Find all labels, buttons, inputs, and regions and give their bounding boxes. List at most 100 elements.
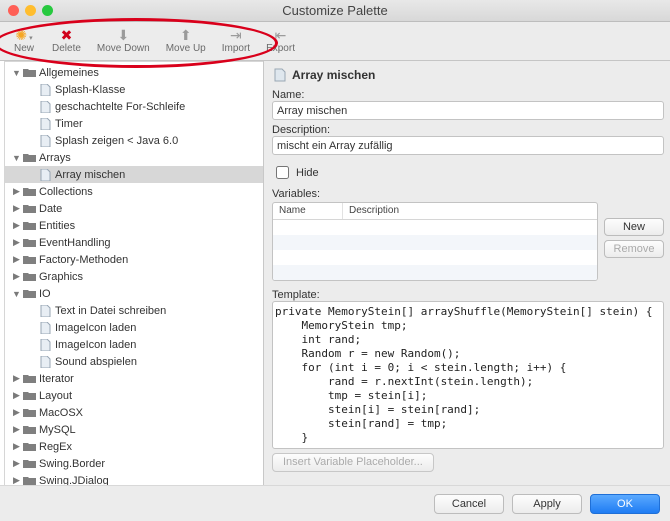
variables-label: Variables: (272, 188, 664, 200)
folder-icon (22, 457, 37, 470)
var-col-name: Name (273, 203, 343, 219)
move-up-button[interactable]: ⬆ Move Up (158, 25, 214, 56)
disclosure-triangle-icon[interactable]: ▶ (11, 390, 22, 401)
disclosure-triangle-icon[interactable]: ▶ (11, 373, 22, 384)
disclosure-triangle-icon[interactable]: ▶ (11, 424, 22, 435)
tree-folder[interactable]: ▶ Layout (5, 387, 263, 404)
close-window-icon[interactable] (8, 5, 19, 16)
disclosure-triangle-icon[interactable]: ▶ (11, 220, 22, 231)
tree-folder[interactable]: ▶ EventHandling (5, 234, 263, 251)
move-down-icon: ⬇ (117, 27, 129, 43)
variable-remove-button: Remove (604, 240, 664, 258)
template-textarea[interactable]: private MemoryStein[] arrayShuffle(Memor… (272, 301, 664, 449)
detail-panel: Array mischen Name: Description: Hide Va… (264, 61, 670, 499)
tree-item[interactable]: Splash zeigen < Java 6.0 (5, 132, 263, 149)
import-icon: ⇥ (230, 27, 242, 43)
description-input[interactable] (272, 136, 664, 155)
zoom-window-icon[interactable] (42, 5, 53, 16)
file-icon (38, 134, 53, 147)
disclosure-triangle-icon[interactable]: ▶ (11, 407, 22, 418)
tree-item-label: ImageIcon laden (53, 322, 136, 334)
tree-folder[interactable]: ▶Entities (5, 217, 263, 234)
tree-item-label: Sound abspielen (53, 356, 137, 368)
name-label: Name: (272, 89, 664, 101)
disclosure-triangle-icon[interactable]: ▶ (11, 254, 22, 265)
tree-item[interactable]: geschachtelte For-Schleife (5, 98, 263, 115)
tree-item-label: IO (37, 288, 51, 300)
folder-icon (22, 219, 37, 232)
export-button[interactable]: ⇤ Export (258, 25, 303, 56)
disclosure-triangle-icon[interactable]: ▶ (11, 271, 22, 282)
disclosure-triangle-icon[interactable]: ▶ (11, 458, 22, 469)
tree-item-label: Arrays (37, 152, 71, 164)
disclosure-triangle-icon[interactable]: ▶ (11, 203, 22, 214)
var-col-description: Description (343, 203, 405, 219)
disclosure-triangle-icon[interactable]: ▶ (11, 186, 22, 197)
variables-table[interactable]: Name Description (272, 202, 598, 281)
tree-item[interactable]: ImageIcon laden (5, 336, 263, 353)
folder-icon (22, 440, 37, 453)
tree-folder[interactable]: ▼ Arrays (5, 149, 263, 166)
dialog-footer: Cancel Apply OK (0, 485, 670, 521)
variable-new-button[interactable]: New (604, 218, 664, 236)
tree-item-label: Collections (37, 186, 93, 198)
insert-placeholder-button: Insert Variable Placeholder... (272, 453, 434, 472)
disclosure-triangle-icon[interactable]: ▶ (11, 237, 22, 248)
tree-folder[interactable]: ▶Swing.Border (5, 455, 263, 472)
file-icon (38, 338, 53, 351)
disclosure-triangle-icon[interactable]: ▼ (11, 289, 22, 299)
tree-item[interactable]: Sound abspielen (5, 353, 263, 370)
import-button[interactable]: ⇥ Import (214, 25, 258, 56)
hide-checkbox[interactable] (276, 166, 289, 179)
cancel-button[interactable]: Cancel (434, 494, 504, 514)
move-down-button[interactable]: ⬇ Move Down (89, 25, 158, 56)
tree-item-label: EventHandling (37, 237, 111, 249)
folder-icon (22, 66, 37, 79)
delete-icon: ✖ (61, 27, 73, 43)
tree-item-label: geschachtelte For-Schleife (53, 101, 185, 113)
new-button[interactable]: ✺▾ New (4, 25, 44, 56)
tree-item-label: Array mischen (53, 169, 125, 181)
tree-item-label: Splash-Klasse (53, 84, 125, 96)
tree-item[interactable]: Text in Datei schreiben (5, 302, 263, 319)
delete-button[interactable]: ✖ Delete (44, 25, 89, 56)
tree-folder[interactable]: ▶ MySQL (5, 421, 263, 438)
apply-button[interactable]: Apply (512, 494, 582, 514)
tree-folder[interactable]: ▶ Collections (5, 183, 263, 200)
tree-folder[interactable]: ▼ IO (5, 285, 263, 302)
tree-folder[interactable]: ▶Graphics (5, 268, 263, 285)
toolbar: ✺▾ New ✖ Delete ⬇ Move Down ⬆ Move Up ⇥ … (0, 22, 670, 61)
tree-folder[interactable]: ▶Date (5, 200, 263, 217)
tree-folder[interactable]: ▶ RegEx (5, 438, 263, 455)
tree-item[interactable]: ImageIcon laden (5, 319, 263, 336)
name-input[interactable] (272, 101, 664, 120)
tree-item-label: Factory-Methoden (37, 254, 128, 266)
tree-item-label: Splash zeigen < Java 6.0 (53, 135, 178, 147)
snippet-icon (272, 67, 288, 83)
disclosure-triangle-icon[interactable]: ▼ (11, 153, 22, 163)
file-icon (38, 168, 53, 181)
move-up-icon: ⬆ (180, 27, 192, 43)
minimize-window-icon[interactable] (25, 5, 36, 16)
window-title: Customize Palette (282, 3, 388, 18)
tree-folder[interactable]: ▶ Factory-Methoden (5, 251, 263, 268)
tree-folder[interactable]: ▼Allgemeines (5, 64, 263, 81)
description-label: Description: (272, 124, 664, 136)
tree-item-label: MySQL (37, 424, 76, 436)
tree-item[interactable]: Array mischen (5, 166, 263, 183)
tree-item-label: Layout (37, 390, 72, 402)
detail-heading: Array mischen (292, 68, 375, 82)
tree-folder[interactable]: ▶Iterator (5, 370, 263, 387)
tree-folder[interactable]: ▶MacOSX (5, 404, 263, 421)
folder-icon (22, 236, 37, 249)
disclosure-triangle-icon[interactable]: ▼ (11, 68, 22, 78)
tree-item-label: RegEx (37, 441, 72, 453)
new-icon: ✺▾ (15, 27, 32, 43)
folder-icon (22, 389, 37, 402)
tree-item[interactable]: Splash-Klasse (5, 81, 263, 98)
tree-item[interactable]: Timer (5, 115, 263, 132)
file-icon (38, 355, 53, 368)
disclosure-triangle-icon[interactable]: ▶ (11, 441, 22, 452)
window-titlebar: Customize Palette (0, 0, 670, 22)
ok-button[interactable]: OK (590, 494, 660, 514)
